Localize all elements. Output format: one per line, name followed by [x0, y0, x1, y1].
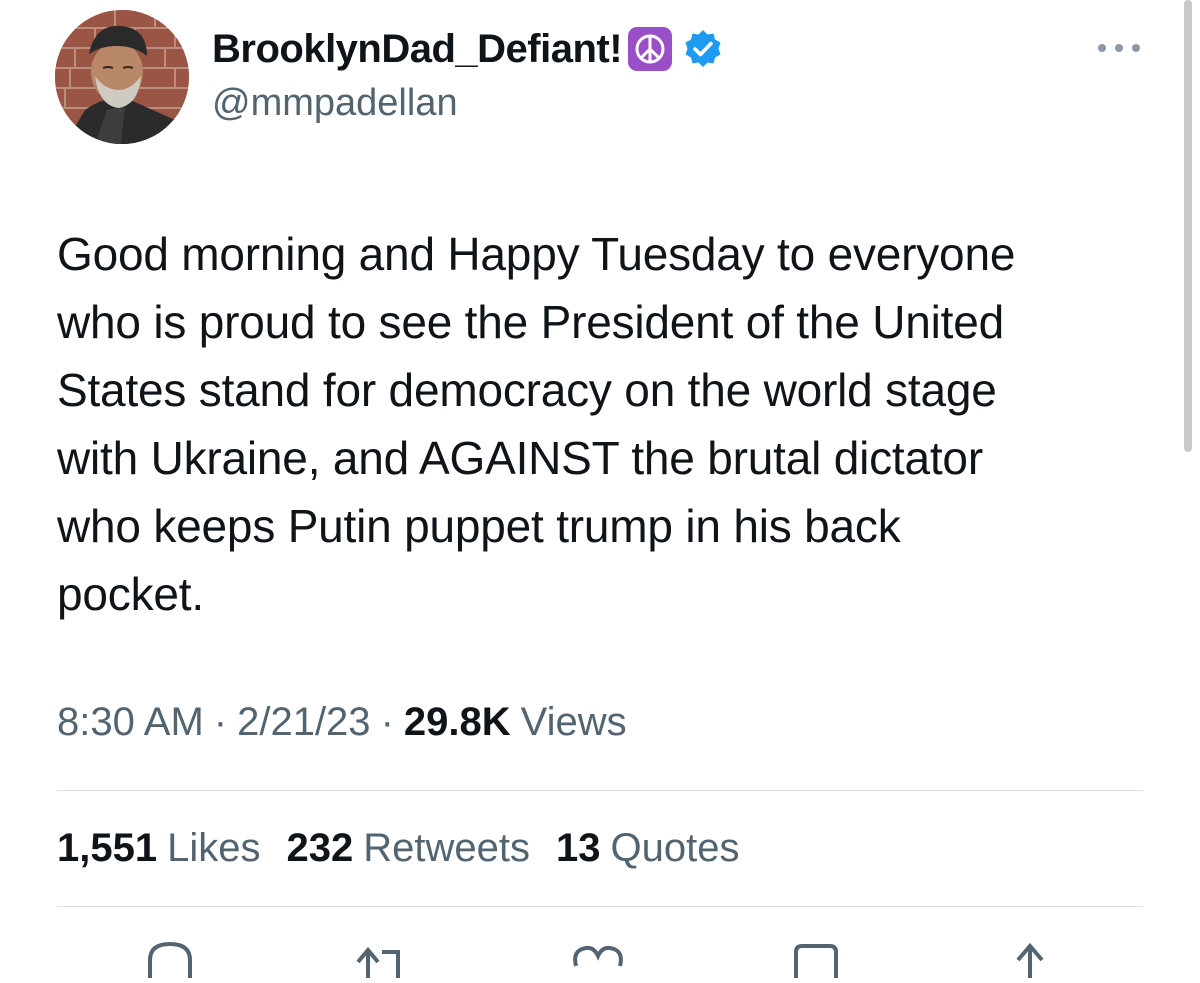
divider — [57, 790, 1143, 791]
dot — [1132, 44, 1140, 52]
likes-stat[interactable]: 1,551 Likes — [57, 826, 261, 871]
likes-label: Likes — [167, 826, 261, 870]
action-bar — [0, 938, 1200, 978]
quotes-stat[interactable]: 13 Quotes — [556, 826, 739, 871]
dot — [1115, 44, 1123, 52]
bookmark-icon[interactable] — [786, 938, 846, 978]
quotes-label: Quotes — [610, 826, 740, 870]
tweet-meta: 8:30 AM · 2/21/23 · 29.8K Views — [57, 700, 627, 745]
likes-count: 1,551 — [57, 826, 158, 870]
display-name-row: BrooklynDad_Defiant! — [212, 22, 724, 76]
scrollbar[interactable] — [1184, 0, 1192, 452]
retweet-icon[interactable] — [350, 938, 410, 978]
peace-symbol-icon — [628, 27, 673, 71]
tweet-text: Good morning and Happy Tuesday to everyo… — [57, 228, 1016, 620]
display-name[interactable]: BrooklynDad_Defiant! — [212, 27, 623, 72]
retweets-stat[interactable]: 232 Retweets — [287, 826, 531, 871]
meta-separator: · — [380, 700, 394, 744]
tweet-date[interactable]: 2/21/23 — [237, 700, 370, 745]
engagement-stats: 1,551 Likes 232 Retweets 13 Quotes — [57, 826, 765, 871]
avatar-image — [55, 10, 189, 144]
like-icon[interactable] — [568, 938, 628, 978]
dot — [1098, 44, 1106, 52]
verified-badge-icon[interactable] — [682, 28, 724, 70]
retweets-label: Retweets — [363, 826, 530, 870]
retweets-count: 232 — [286, 826, 354, 870]
views-count: 29.8K — [403, 700, 511, 744]
author-info: BrooklynDad_Defiant! @mmpadellan — [212, 22, 724, 125]
tweet-time[interactable]: 8:30 AM — [57, 700, 204, 745]
quotes-count: 13 — [556, 826, 601, 870]
divider — [57, 906, 1143, 907]
views-label: Views — [520, 700, 627, 744]
more-options-icon[interactable] — [1098, 36, 1140, 60]
handle[interactable]: @mmpadellan — [212, 82, 724, 125]
tweet-card: BrooklynDad_Defiant! @mmpadellan Good mo… — [0, 0, 1200, 978]
reply-icon[interactable] — [140, 938, 200, 978]
meta-separator: · — [213, 700, 228, 744]
share-icon[interactable] — [1000, 938, 1060, 978]
avatar[interactable] — [55, 10, 189, 144]
